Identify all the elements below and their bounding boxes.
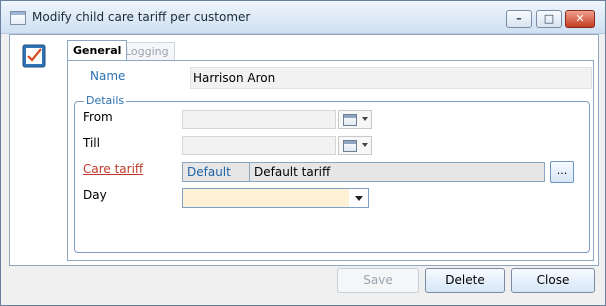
from-date-picker-button[interactable] [338, 110, 372, 129]
close-button-label: Close [536, 273, 570, 287]
chevron-down-icon [362, 117, 368, 121]
calendar-icon [343, 114, 357, 126]
checklist-edit-icon [22, 44, 46, 68]
care-tariff-name-field[interactable]: Default tariff [249, 162, 545, 182]
care-tariff-link[interactable]: Care tariff [83, 162, 143, 176]
chevron-down-icon [355, 196, 363, 201]
chevron-down-icon [362, 143, 368, 147]
maximize-button[interactable]: □ [536, 10, 562, 28]
day-select[interactable] [182, 188, 369, 208]
window-title: Modify child care tariff per customer [32, 10, 251, 24]
tab-general[interactable]: General [67, 40, 128, 60]
minimize-icon: – [516, 12, 522, 25]
calendar-icon [343, 140, 357, 152]
dialog-body: General Logging Name Harrison Aron Detai… [9, 34, 599, 266]
delete-button[interactable]: Delete [425, 268, 505, 293]
close-icon: ✕ [575, 12, 585, 25]
close-button[interactable]: Close [511, 268, 595, 293]
from-label: From [83, 110, 113, 124]
name-field: Harrison Aron [190, 67, 592, 89]
general-panel: Name Harrison Aron Details From Till Car… [67, 60, 594, 261]
from-date-input[interactable] [182, 110, 336, 129]
till-date-picker-button[interactable] [338, 136, 372, 155]
till-label: Till [83, 136, 100, 150]
save-button-label: Save [363, 273, 393, 287]
till-date-input[interactable] [182, 136, 336, 155]
day-label: Day [83, 188, 107, 202]
title-bar[interactable]: Modify child care tariff per customer – … [1, 1, 605, 34]
care-tariff-lookup-button[interactable]: ... [550, 161, 574, 183]
name-label: Name [90, 69, 126, 83]
delete-button-label: Delete [445, 273, 485, 287]
details-title: Details [84, 94, 127, 107]
care-tariff-code-field[interactable]: Default [182, 162, 250, 182]
maximize-icon: □ [543, 12, 555, 25]
save-button[interactable]: Save [337, 268, 419, 293]
day-select-value [183, 189, 349, 207]
minimize-button[interactable]: – [506, 10, 532, 28]
window-icon [10, 11, 26, 25]
close-window-button[interactable]: ✕ [565, 10, 595, 28]
dialog-window: Modify child care tariff per customer – … [0, 0, 606, 306]
